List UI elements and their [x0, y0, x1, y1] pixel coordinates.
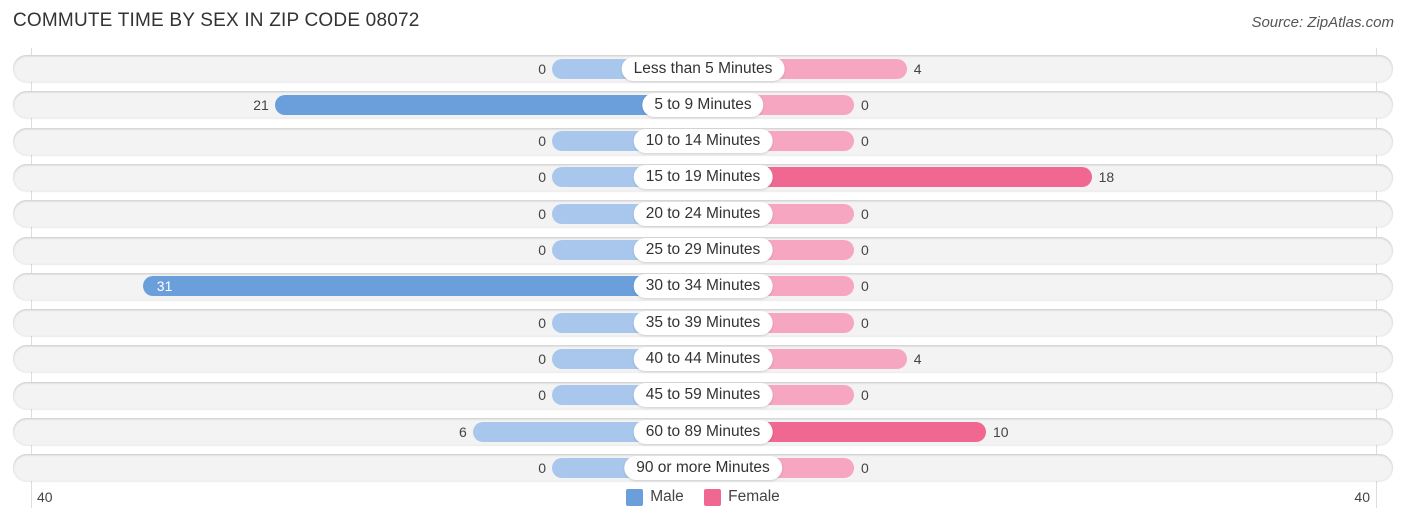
male-value-label: 21 [253, 96, 269, 113]
category-label: 60 to 89 Minutes [633, 419, 773, 444]
male-value-label: 0 [538, 350, 546, 367]
legend-item-male[interactable]: Male [626, 488, 684, 506]
legend: Male Female [0, 488, 1406, 511]
male-value-label: 0 [538, 387, 546, 404]
female-value-label: 0 [861, 96, 869, 113]
male-value-label: 0 [538, 60, 546, 77]
category-label: 10 to 14 Minutes [633, 129, 773, 154]
male-value-label: 0 [538, 314, 546, 331]
female-value-label: 0 [861, 314, 869, 331]
category-label: 20 to 24 Minutes [633, 201, 773, 226]
male-bar[interactable] [142, 276, 703, 297]
legend-swatch-male [626, 488, 644, 506]
female-value-label: 0 [861, 387, 869, 404]
chart-title: COMMUTE TIME BY SEX IN ZIP CODE 08072 [13, 10, 420, 31]
category-label: 40 to 44 Minutes [633, 346, 773, 371]
legend-label-male: Male [650, 488, 684, 505]
female-value-label: 0 [861, 459, 869, 476]
category-label: 30 to 34 Minutes [633, 274, 773, 299]
female-value-label: 0 [861, 205, 869, 222]
category-label: 45 to 59 Minutes [633, 383, 773, 408]
male-value-label: 0 [538, 133, 546, 150]
female-value-label: 18 [1098, 169, 1115, 186]
legend-swatch-female [704, 488, 722, 506]
category-label: 15 to 19 Minutes [633, 165, 773, 190]
female-value-label: 0 [861, 242, 869, 258]
category-label: 90 or more Minutes [624, 455, 782, 480]
male-value-label: 31 [156, 278, 173, 295]
male-value-label: 0 [538, 169, 546, 186]
male-value-label: 0 [538, 459, 546, 476]
female-value-label: 0 [861, 278, 869, 295]
male-value-label: 0 [538, 205, 546, 222]
category-label: Less than 5 Minutes [621, 56, 785, 81]
category-label: 5 to 9 Minutes [642, 92, 764, 117]
female-value-label: 0 [861, 133, 869, 150]
female-value-label: 4 [913, 60, 922, 77]
male-value-label: 0 [538, 242, 546, 258]
male-bar[interactable] [274, 94, 703, 115]
female-value-label: 4 [913, 350, 922, 367]
source-label: Source: ZipAtlas.com [1251, 14, 1394, 31]
female-value-label: 10 [993, 423, 1009, 440]
category-label: 35 to 39 Minutes [633, 310, 773, 335]
legend-label-female: Female [728, 488, 780, 505]
category-label: 25 to 29 Minutes [633, 238, 773, 262]
male-value-label: 6 [459, 423, 467, 440]
legend-item-female[interactable]: Female [704, 488, 780, 506]
